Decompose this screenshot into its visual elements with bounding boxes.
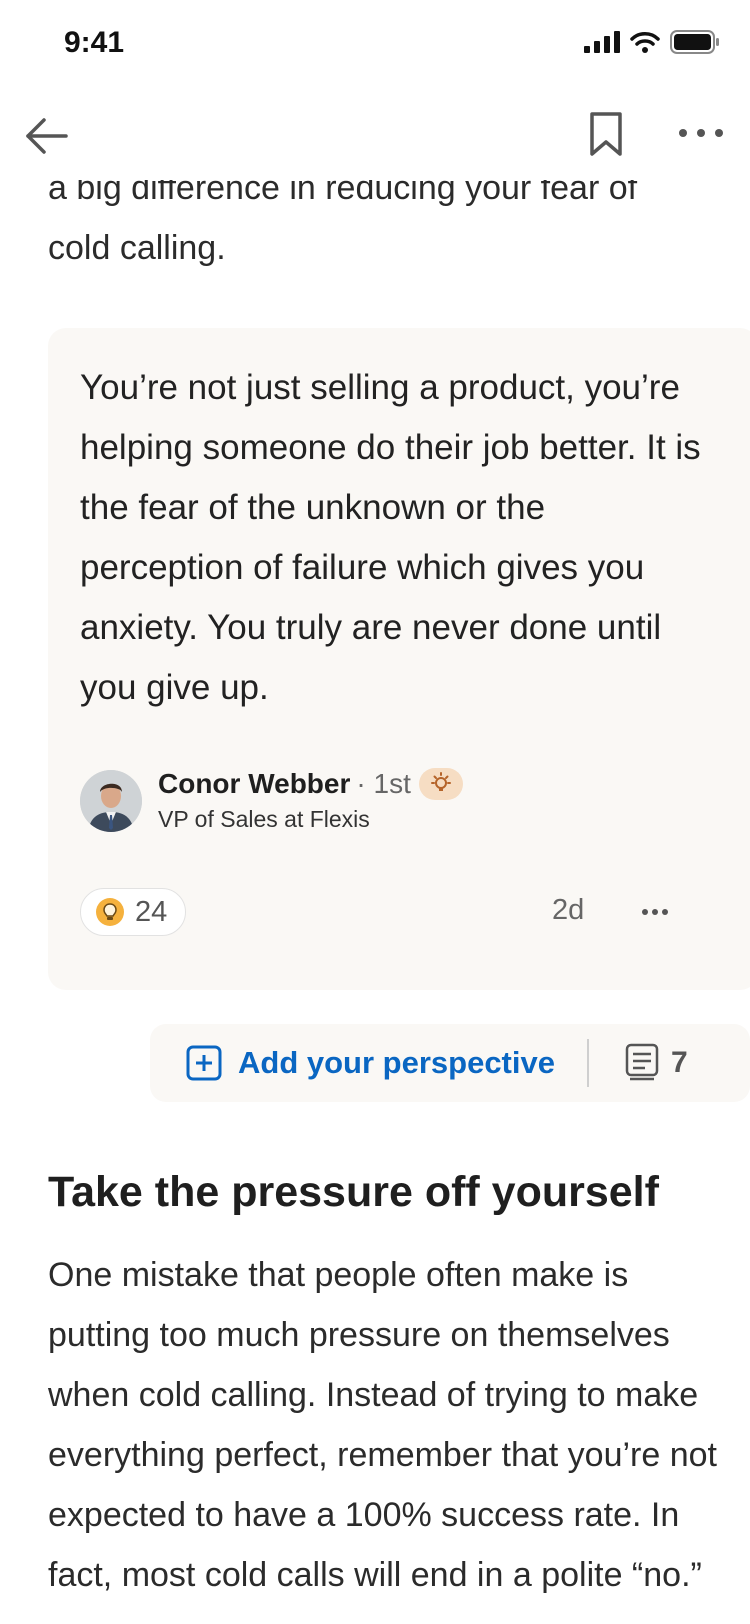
- author-headline: VP of Sales at Flexis: [158, 806, 370, 832]
- add-perspective-button[interactable]: Add your perspective: [186, 1024, 555, 1102]
- avatar[interactable]: [80, 769, 142, 832]
- reaction-count: 24: [135, 895, 168, 928]
- contribution-text: You’re not just selling a product, you’r…: [80, 368, 701, 707]
- add-square-icon: [186, 1045, 222, 1081]
- divider: [586, 1039, 589, 1087]
- more-options-icon[interactable]: [640, 902, 670, 922]
- back-arrow-icon[interactable]: [22, 112, 70, 160]
- wifi-icon: [630, 32, 660, 53]
- contributions-icon: [625, 1043, 659, 1081]
- status-bar: 9:41: [0, 0, 750, 92]
- contribution-author[interactable]: Conor Webber · 1st VP of Sales at Flexis: [80, 768, 463, 833]
- status-time: 9:41: [64, 26, 125, 59]
- battery-icon: [670, 30, 719, 54]
- bookmark-icon[interactable]: [586, 110, 626, 158]
- cellular-signal-icon: [584, 31, 620, 53]
- more-options-icon[interactable]: [676, 118, 726, 148]
- connection-degree: · 1st: [356, 768, 411, 799]
- expert-contribution-card: You’re not just selling a product, you’r…: [48, 328, 750, 990]
- perspective-bar: Add your perspective 7: [150, 1024, 750, 1102]
- section-paragraph: One mistake that people often make is pu…: [48, 1256, 717, 1594]
- section-heading: Take the pressure off yourself: [48, 1168, 659, 1216]
- reaction-button[interactable]: 24: [80, 888, 187, 936]
- timestamp: 2d: [552, 894, 585, 926]
- contribution-count: 7: [670, 1046, 688, 1079]
- add-perspective-label: Add your perspective: [238, 1045, 555, 1080]
- insightful-badge-icon: [418, 768, 463, 800]
- contributions-button[interactable]: 7: [625, 1024, 688, 1102]
- lightbulb-icon: [96, 898, 124, 926]
- top-navigation: [0, 92, 750, 180]
- author-name[interactable]: Conor Webber: [158, 768, 350, 800]
